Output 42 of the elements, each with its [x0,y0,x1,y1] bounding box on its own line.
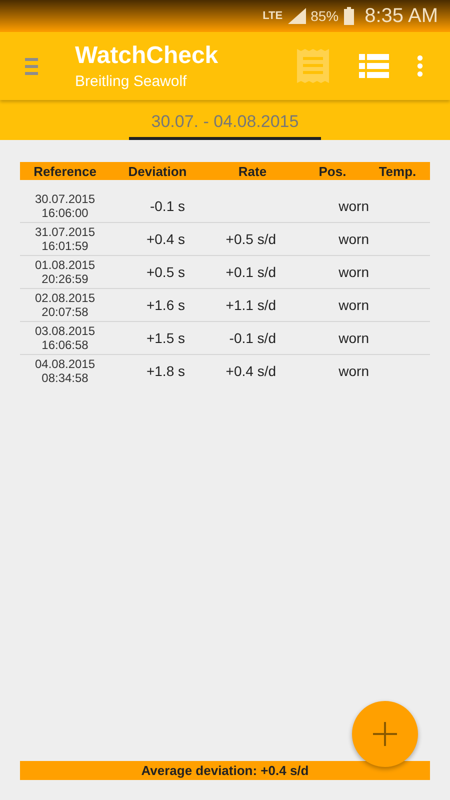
table-cell-text: worn [338,297,369,313]
more-icon[interactable] [417,55,423,77]
average-deviation: Average deviation: +0.4 s/d [20,761,430,780]
table-cell-text: worn [338,363,369,379]
date-time-cell-text: 04.08.2015 08:34:58 [34,357,96,385]
column-header: Reference [32,164,98,178]
table-cell-text: +0.5 s/d [224,231,277,247]
table-cell-text: +0.1 s/d [224,264,277,280]
table-cell-text: +1.8 s [145,363,186,379]
signal-icon [288,8,306,24]
table-cell-text: +0.4 s [145,231,186,247]
date-time-cell-text: 01.08.2015 20:26:59 [34,258,96,286]
column-header: Deviation [127,164,188,178]
menu-icon[interactable] [25,56,39,76]
column-header: Rate [237,164,268,178]
add-button[interactable] [352,701,418,767]
table-cell-text: worn [338,264,369,280]
table-cell-text: -0.1 s [148,198,186,214]
table-cell-text: +1.6 s [145,297,186,313]
table-cell-text: worn [338,198,369,214]
table-cell-text: -0.1 s/d [228,330,277,346]
plus-icon [373,722,397,746]
column-header: Pos. [318,164,348,178]
date-time-cell-text: 30.07.2015 16:06:00 [34,192,96,220]
network-label: LTE [262,10,283,22]
battery-icon [344,7,354,25]
column-header: Temp. [378,164,418,178]
table-cell-text: worn [338,330,369,346]
date-time-cell-text: 31.07.2015 16:01:59 [34,225,96,253]
table-cell-text: +0.5 s [145,264,186,280]
app-title: WatchCheck [75,42,220,70]
table-cell-text: +1.1 s/d [224,297,277,313]
list-icon[interactable] [359,54,389,78]
date-time-cell-text: 02.08.2015 20:07:58 [34,291,96,319]
table-cell-text: +1.5 s [145,330,186,346]
date-time-cell-text: 03.08.2015 16:06:58 [34,324,96,352]
battery-percent: 85% [310,8,339,24]
clock: 8:35 AM [364,4,438,28]
table-cell-text: worn [338,231,369,247]
receipt-icon[interactable] [297,49,329,83]
table-cell-text: +0.4 s/d [224,363,277,379]
watch-name: Breitling Seawolf [75,73,188,90]
